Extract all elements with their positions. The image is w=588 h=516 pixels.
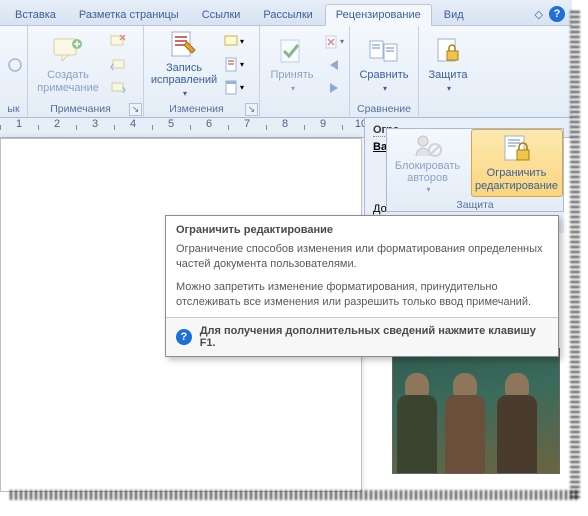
next-comment-button — [107, 77, 129, 99]
figure-person — [489, 373, 545, 473]
tooltip: Ограничить редактирование Ограничение сп… — [165, 215, 559, 357]
new-comment-label: Создать примечание — [35, 69, 101, 94]
block-authors-icon — [412, 132, 444, 158]
next-change-button — [323, 77, 345, 99]
tooltip-body: Можно запретить изменение форматирования… — [176, 280, 548, 310]
comment-new-icon — [52, 35, 84, 67]
group-label-tracking: Изменения — [148, 101, 245, 117]
display-markup-button[interactable]: ▾ — [223, 31, 245, 53]
tab-view[interactable]: Вид — [433, 4, 475, 25]
comment-delete-icon — [110, 34, 126, 50]
ruler-tick: 9 — [304, 118, 342, 130]
ribbon-collapse-icon[interactable]: ◇ — [529, 4, 549, 25]
block-authors-button: Блокировать авторов▾ — [388, 129, 468, 197]
restrict-editing-label: Ограничить редактирование — [474, 167, 560, 192]
track-changes-label: Запись исправлений ▾ — [151, 62, 217, 100]
restrict-editing-icon — [501, 133, 533, 165]
tab-mailings[interactable]: Рассылки — [252, 4, 323, 25]
protect-label: Защита▾ — [429, 69, 468, 94]
tab-layout[interactable]: Разметка страницы — [68, 4, 190, 25]
ruler-tick: 2 — [38, 118, 76, 130]
tab-review[interactable]: Рецензирование — [325, 4, 432, 26]
ruler-tick: 4 — [114, 118, 152, 130]
restrict-editing-button[interactable]: Ограничить редактирование — [471, 129, 563, 197]
tab-insert[interactable]: Вставка — [4, 4, 67, 25]
compare-icon — [368, 35, 400, 67]
ruler-tick: 5 — [152, 118, 190, 130]
group-label-protect: Защита — [387, 197, 563, 213]
comment-prev-icon — [110, 57, 126, 73]
prev-comment-button — [107, 54, 129, 76]
group-label-comments: Примечания — [32, 101, 129, 117]
comments-dialog-launcher[interactable]: ↘ — [129, 103, 142, 116]
accept-button: Принять▾ — [264, 31, 320, 99]
page-markup-icon — [224, 57, 238, 73]
ruler-tick: 6 — [190, 118, 228, 130]
language-button — [4, 54, 26, 76]
tooltip-title: Ограничить редактирование — [166, 216, 558, 240]
show-markup-button[interactable]: ▾ — [223, 54, 245, 76]
tab-references[interactable]: Ссылки — [191, 4, 252, 25]
ruler-tick: 3 — [76, 118, 114, 130]
comment-next-icon — [110, 80, 126, 96]
protect-icon — [432, 35, 464, 67]
help-icon: ? — [176, 329, 192, 345]
protect-button[interactable]: Защита▾ — [423, 31, 473, 99]
globe-icon — [7, 57, 23, 73]
prev-change-icon — [326, 57, 342, 73]
ruler-tick: 8 — [266, 118, 304, 130]
compare-label: Сравнить▾ — [359, 69, 408, 94]
track-changes-button[interactable]: Запись исправлений ▾ — [148, 31, 220, 99]
reject-button: ▾ — [323, 31, 345, 53]
delete-comment-button — [107, 31, 129, 53]
help-icon[interactable]: ? — [549, 6, 565, 22]
balloons-icon — [224, 34, 238, 50]
ruler-tick: 7 — [228, 118, 266, 130]
block-authors-label: Блокировать авторов — [391, 160, 465, 185]
ribbon: ык Создать примечание Примечания ↘ Запис… — [0, 26, 572, 118]
ribbon-tabs: Вставка Разметка страницы Ссылки Рассылк… — [0, 0, 572, 26]
tooltip-body: Ограничение способов изменения или форма… — [176, 242, 548, 272]
group-label-compare: Сравнение — [354, 101, 414, 117]
next-change-icon — [326, 80, 342, 96]
tracking-dialog-launcher[interactable]: ↘ — [245, 103, 258, 116]
document-image — [392, 348, 560, 474]
group-label-changes — [264, 101, 345, 117]
compare-button[interactable]: Сравнить▾ — [354, 31, 414, 99]
group-label-language: ык — [4, 101, 23, 117]
reviewing-pane-icon — [224, 80, 238, 96]
accept-label: Принять▾ — [271, 69, 314, 94]
reject-icon — [324, 34, 338, 50]
track-changes-icon — [168, 30, 200, 60]
prev-change-button — [323, 54, 345, 76]
figure-person — [437, 373, 493, 473]
ruler-tick: 1 — [0, 118, 38, 130]
new-comment-button: Создать примечание — [32, 31, 104, 99]
protect-dropdown: Блокировать авторов▾ Ограничить редактир… — [386, 128, 564, 212]
tooltip-footer: Для получения дополнительных сведений на… — [200, 325, 548, 349]
accept-icon — [276, 35, 308, 67]
reviewing-pane-button[interactable]: ▾ — [223, 77, 245, 99]
